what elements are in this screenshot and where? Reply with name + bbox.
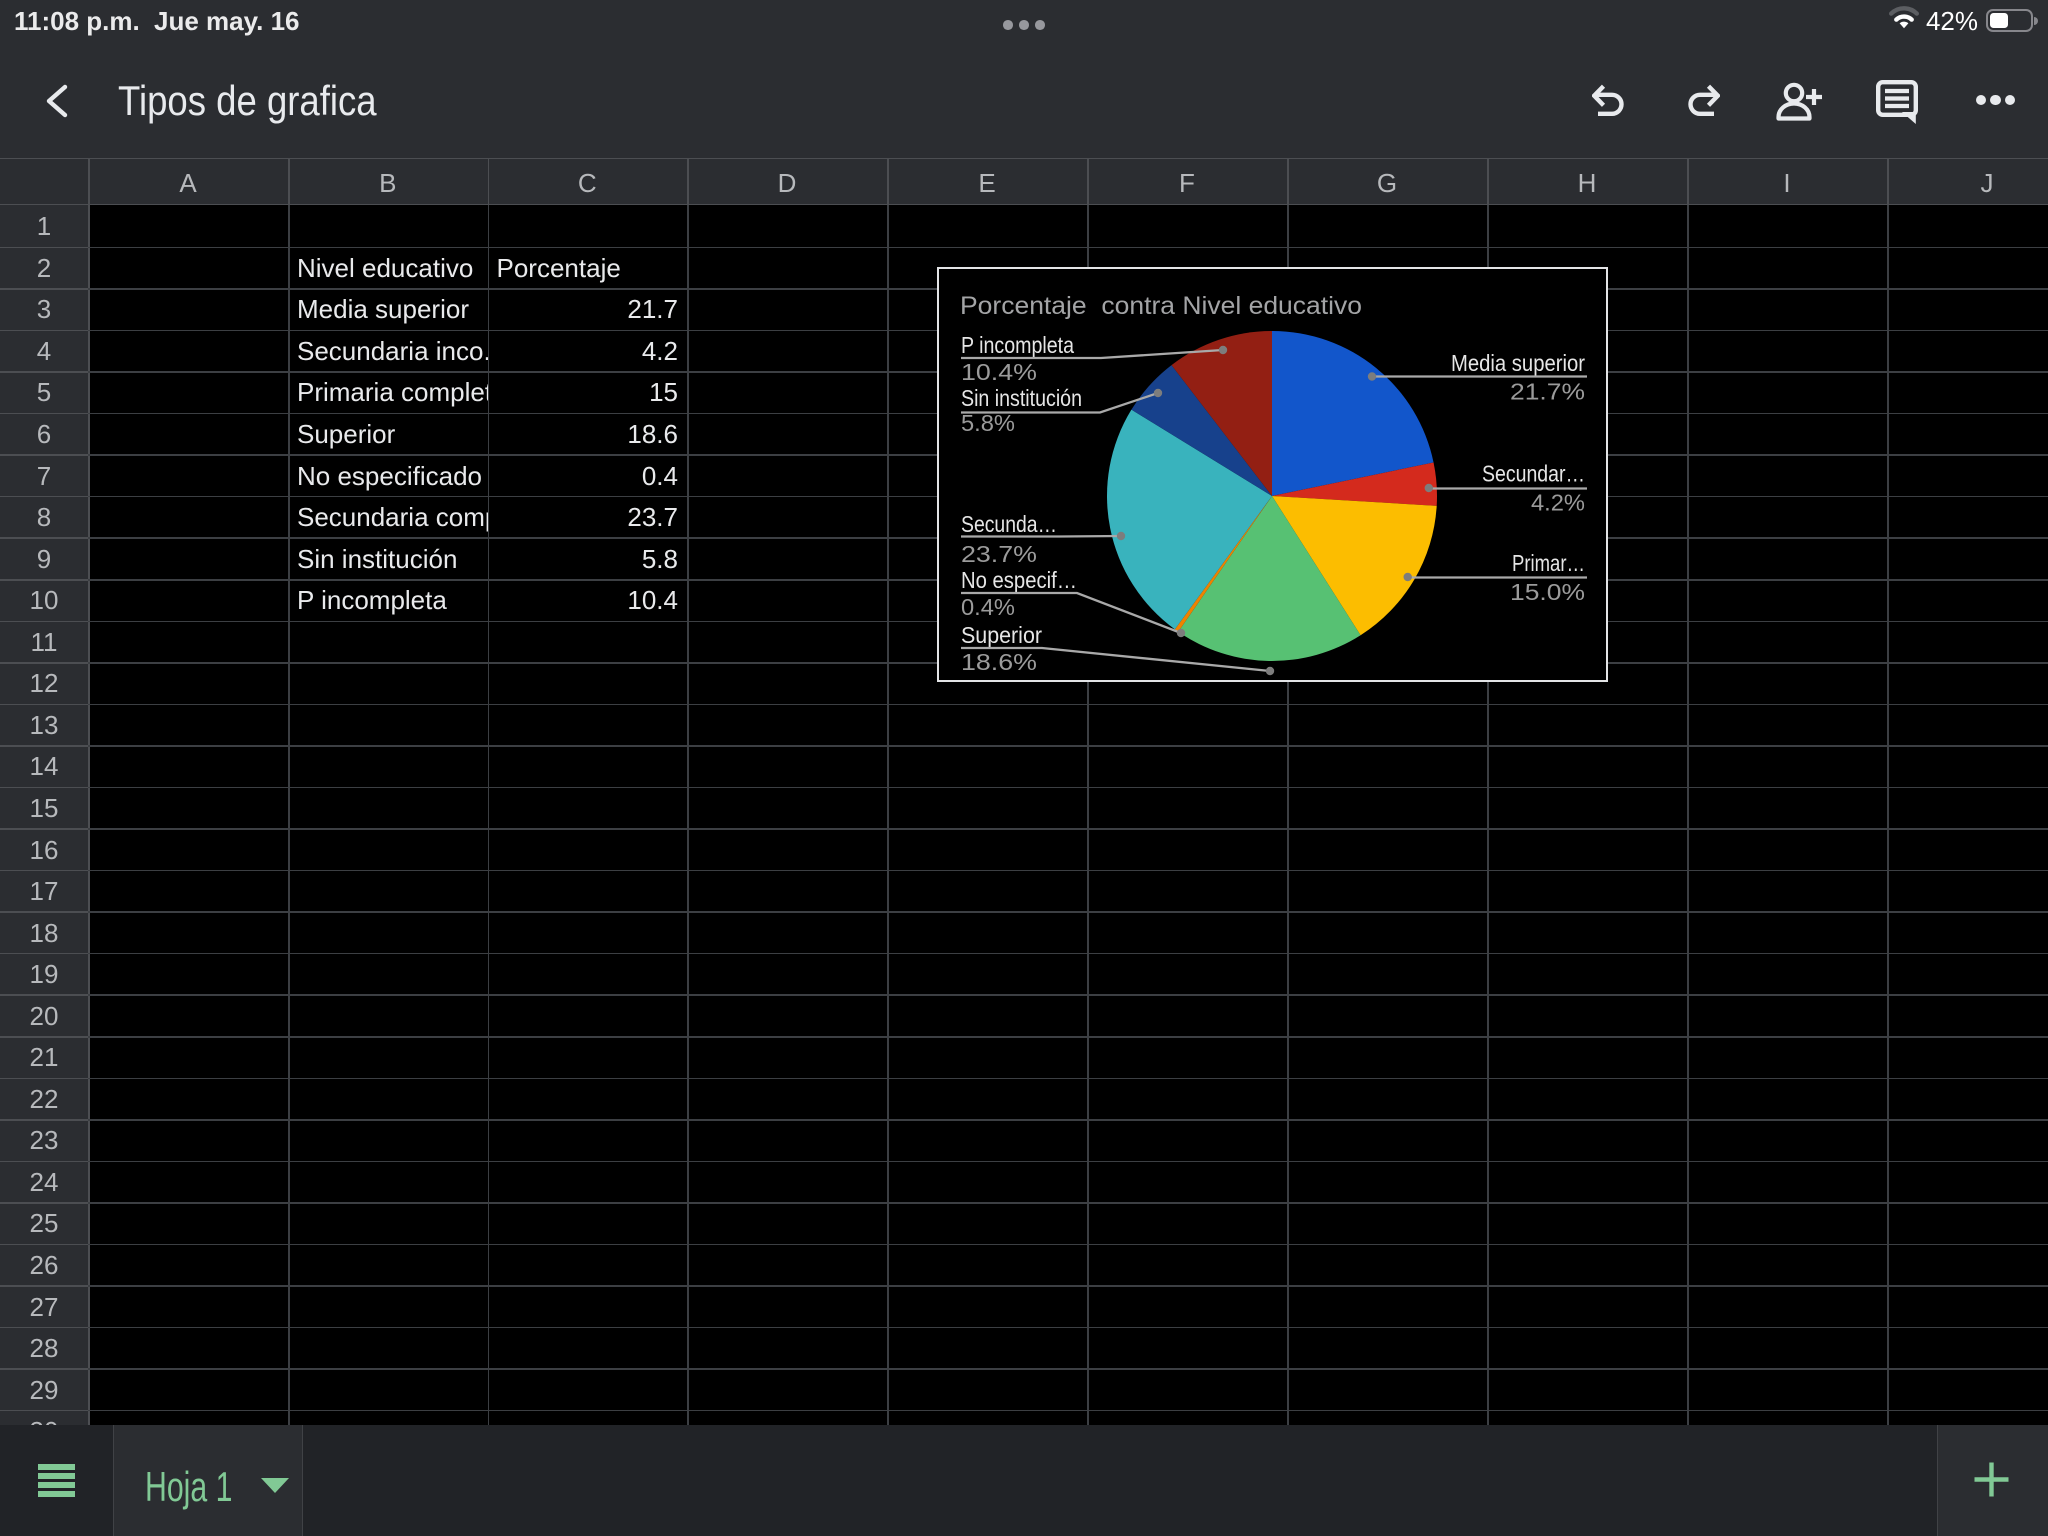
- svg-text:10.4%: 10.4%: [961, 359, 1037, 385]
- svg-text:4.2%: 4.2%: [1531, 490, 1585, 516]
- svg-text:Secundar…: Secundar…: [1482, 461, 1585, 487]
- svg-text:Media superior: Media superior: [1451, 350, 1585, 376]
- svg-text:15.0%: 15.0%: [1510, 579, 1585, 605]
- svg-text:Sin institución: Sin institución: [961, 385, 1082, 411]
- svg-text:21.7%: 21.7%: [1510, 379, 1585, 405]
- svg-text:Secunda…: Secunda…: [961, 511, 1057, 537]
- svg-text:23.7%: 23.7%: [961, 541, 1037, 567]
- svg-text:5.8%: 5.8%: [961, 410, 1015, 436]
- svg-text:Superior: Superior: [961, 622, 1042, 648]
- svg-text:Primar…: Primar…: [1512, 550, 1585, 576]
- svg-text:Porcentaje contra Nivel educa: Porcentaje contra Nivel educativo: [960, 292, 1362, 320]
- svg-text:P incompleta: P incompleta: [961, 332, 1074, 358]
- svg-text:No especif…: No especif…: [961, 567, 1077, 593]
- svg-text:0.4%: 0.4%: [961, 594, 1015, 620]
- svg-text:18.6%: 18.6%: [961, 649, 1037, 675]
